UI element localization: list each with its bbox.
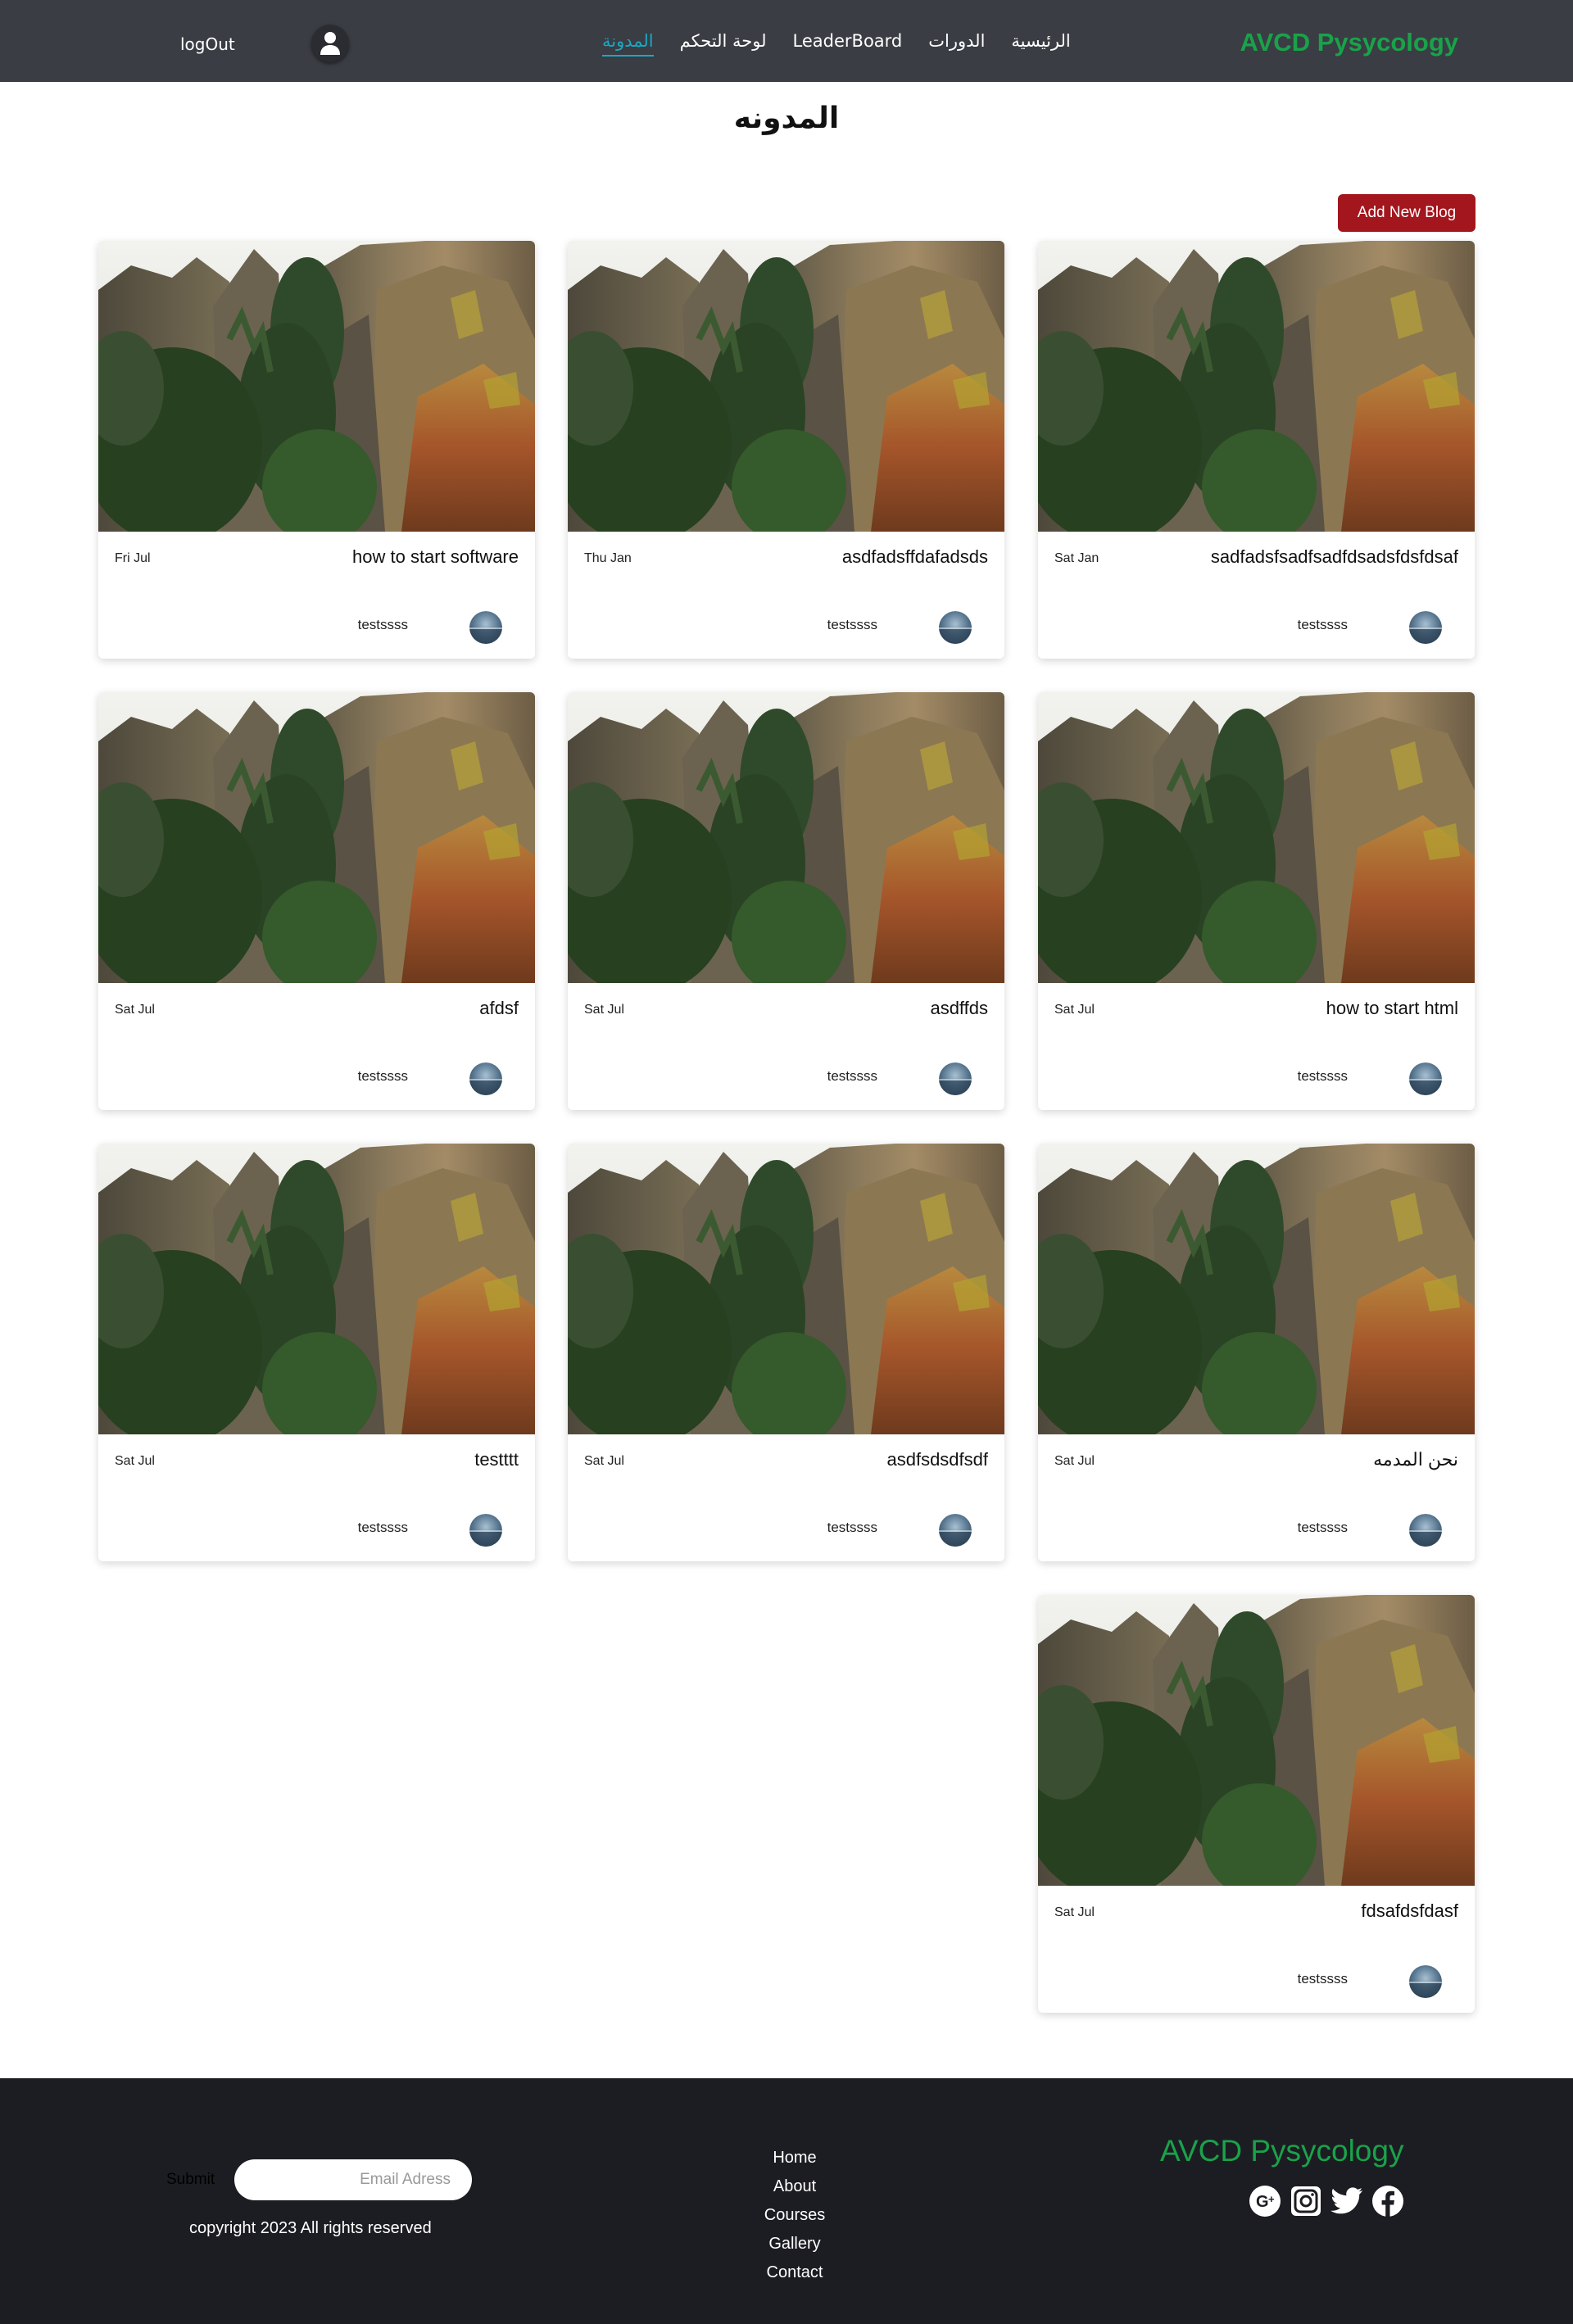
footer-link-home[interactable]: Home [713, 2144, 877, 2172]
author-avatar [1409, 611, 1442, 644]
twitter-icon[interactable] [1330, 2186, 1363, 2219]
nav-link-leaderboard[interactable]: LeaderBoard [793, 33, 903, 57]
social-icons: G + [1249, 2185, 1404, 2221]
blog-card-date: Sat Jul [1054, 1905, 1095, 1919]
blog-card-title[interactable]: how to start software [352, 546, 519, 568]
blog-card-title[interactable]: afdsf [479, 998, 519, 1019]
page-title: المدونه [733, 102, 840, 135]
blog-card-title[interactable]: نحن المدمه [1373, 1449, 1458, 1470]
blog-card-date: Sat Jul [115, 1003, 155, 1017]
user-icon[interactable] [311, 25, 349, 62]
blog-card[interactable]: testttt Sat Jul testssss [98, 1144, 535, 1561]
footer-link-gallery[interactable]: Gallery [713, 2230, 877, 2258]
blog-card[interactable]: afdsf Sat Jul testssss [98, 692, 535, 1110]
nav-link-blog[interactable]: المدونة [602, 33, 654, 57]
author-avatar [1409, 1965, 1442, 1998]
blog-card[interactable]: sadfadsfsadfsadfdsadsfdsfdsaf Sat Jan te… [1038, 241, 1475, 659]
blog-card-image[interactable] [568, 692, 1004, 995]
blog-card-date: Sat Jul [1054, 1454, 1095, 1468]
blog-card-author: testssss [357, 1068, 408, 1084]
blog-card-title[interactable]: asdfadsffdafadsds [842, 546, 988, 568]
footer-link-about[interactable]: About [713, 2172, 877, 2201]
author-avatar [469, 1514, 502, 1547]
blog-card[interactable]: how to start html Sat Jul testssss [1038, 692, 1475, 1110]
facebook-icon[interactable] [1371, 2185, 1404, 2221]
blog-card-title[interactable]: sadfadsfsadfsadfdsadsfdsfdsaf [1211, 546, 1458, 568]
blog-card-author: testssss [1297, 617, 1348, 632]
blog-card-date: Sat Jul [115, 1454, 155, 1468]
nav-link-courses[interactable]: الدورات [928, 33, 985, 57]
blog-card[interactable]: نحن المدمه Sat Jul testssss [1038, 1144, 1475, 1561]
blog-card-author: testssss [827, 617, 877, 632]
blog-card-title[interactable]: asdfsdsdfsdf [886, 1449, 988, 1470]
google-plus-icon[interactable]: G + [1249, 2185, 1281, 2221]
brand-logo[interactable]: AVCD Pysycology [1240, 28, 1458, 57]
author-avatar [939, 1062, 972, 1095]
blog-card-author: testssss [357, 617, 408, 632]
author-avatar [469, 1062, 502, 1095]
footer-link-courses[interactable]: Courses [713, 2201, 877, 2230]
svg-text:+: + [1268, 2193, 1275, 2205]
blog-card-date: Thu Jan [584, 551, 632, 565]
blog-card-image[interactable] [98, 1144, 535, 1447]
svg-text:G: G [1256, 2193, 1269, 2211]
footer-link-contact[interactable]: Contact [713, 2258, 877, 2287]
add-new-blog-button[interactable]: Add New Blog [1338, 194, 1476, 232]
blog-card-image[interactable] [1038, 241, 1475, 544]
blog-card-date: Sat Jul [584, 1454, 624, 1468]
blog-card[interactable]: how to start software Fri Jul testssss [98, 241, 535, 659]
blog-card[interactable]: asdfadsffdafadsds Thu Jan testssss [568, 241, 1004, 659]
author-avatar [939, 611, 972, 644]
nav-link-home[interactable]: الرئيسية [1011, 33, 1070, 57]
footer-brand: AVCD Pysycology [1160, 2134, 1404, 2168]
footer-links: Home About Courses Gallery Contact [713, 2144, 877, 2287]
blog-card-date: Sat Jul [584, 1003, 624, 1017]
blog-card-image[interactable] [1038, 692, 1475, 995]
blog-card-author: testssss [827, 1520, 877, 1535]
blog-card-date: Fri Jul [115, 551, 151, 565]
blog-card[interactable]: asdffds Sat Jul testssss [568, 692, 1004, 1110]
instagram-icon[interactable] [1290, 2185, 1322, 2221]
blog-card[interactable]: fdsafdsfdasf Sat Jul testssss [1038, 1595, 1475, 2013]
footer: AVCD Pysycology G + Home About Courses G… [0, 2078, 1573, 2324]
email-input[interactable] [234, 2159, 472, 2200]
author-avatar [1409, 1514, 1442, 1547]
blog-card-image[interactable] [98, 241, 535, 544]
blog-card-image[interactable] [1038, 1144, 1475, 1447]
blog-card-title[interactable]: testttt [474, 1449, 519, 1470]
blog-card-title[interactable]: how to start html [1326, 998, 1458, 1019]
blog-card-date: Sat Jul [1054, 1003, 1095, 1017]
blog-card[interactable]: asdfsdsdfsdf Sat Jul testssss [568, 1144, 1004, 1561]
blog-card-title[interactable]: fdsafdsfdasf [1361, 1900, 1458, 1922]
submit-button[interactable]: Submit [166, 2171, 215, 2189]
author-avatar [469, 611, 502, 644]
blog-card-author: testssss [827, 1068, 877, 1084]
blog-card-title[interactable]: asdffds [930, 998, 988, 1019]
logout-button[interactable]: logOut [180, 36, 235, 52]
copyright-text: copyright 2023 All rights reserved [189, 2219, 432, 2237]
blog-card-image[interactable] [568, 241, 1004, 544]
blog-card-author: testssss [1297, 1520, 1348, 1535]
nav-link-dashboard[interactable]: لوحة التحكم [680, 33, 767, 57]
blog-card-image[interactable] [568, 1144, 1004, 1447]
blog-card-author: testssss [1297, 1068, 1348, 1084]
blog-card-image[interactable] [98, 692, 535, 995]
blog-card-author: testssss [357, 1520, 408, 1535]
author-avatar [939, 1514, 972, 1547]
author-avatar [1409, 1062, 1442, 1095]
nav-links: الرئيسية الدورات LeaderBoard لوحة التحكم… [602, 33, 1071, 57]
blog-card-date: Sat Jan [1054, 551, 1099, 565]
navbar: AVCD Pysycology الرئيسية الدورات LeaderB… [0, 0, 1573, 82]
blog-card-author: testssss [1297, 1971, 1348, 1986]
blog-card-image[interactable] [1038, 1595, 1475, 1898]
